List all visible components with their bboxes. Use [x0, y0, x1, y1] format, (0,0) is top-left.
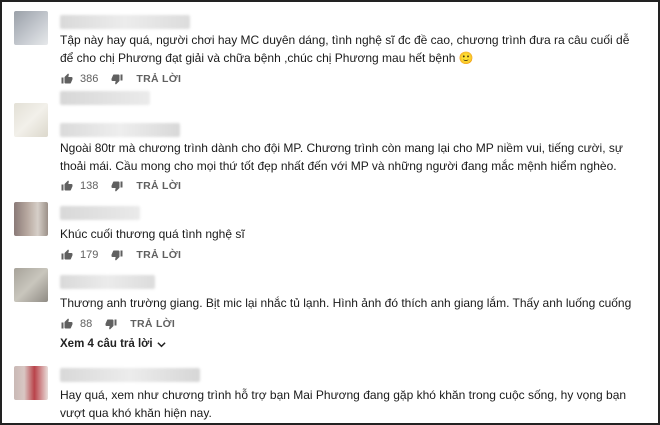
avatar[interactable]: [14, 202, 48, 236]
reply-button[interactable]: TRẢ LỜI: [136, 180, 181, 192]
thumbs-up-icon[interactable]: [60, 317, 74, 331]
thumbs-up-icon[interactable]: [60, 72, 74, 86]
comments-panel: Tập này hay quá, người chơi hay MC duyên…: [0, 0, 660, 425]
like-count: 138: [80, 180, 99, 192]
thumbs-down-icon[interactable]: [104, 317, 118, 331]
comment-actions: 88 TRẢ LỜI: [60, 316, 175, 332]
comment-actions: 179 TRẢ LỜI: [60, 247, 181, 263]
like-count: 386: [80, 73, 99, 85]
thumbs-up-icon[interactable]: [60, 248, 74, 262]
avatar[interactable]: [14, 366, 48, 400]
author-name[interactable]: [60, 206, 140, 220]
comment-text: Hay quá, xem như chương trình hỗ trợ bạn…: [60, 388, 627, 420]
comment-text: Thương anh trường giang. Bịt mic lại nhắ…: [60, 296, 632, 310]
author-name[interactable]: [60, 123, 180, 137]
thumbs-down-icon[interactable]: [110, 72, 124, 86]
reply-button[interactable]: TRẢ LỜI: [130, 318, 175, 330]
view-replies-button[interactable]: Xem 4 câu trả lời: [60, 338, 166, 350]
thumbs-down-icon[interactable]: [110, 248, 124, 262]
author-name[interactable]: [60, 275, 155, 289]
like-count: 179: [80, 249, 99, 261]
comment-actions: 138 TRẢ LỜI: [60, 178, 181, 194]
comment-text: Ngoài 80tr mà chương trình dành cho đội …: [60, 141, 623, 173]
reply-button[interactable]: TRẢ LỜI: [136, 73, 181, 85]
comment-text: Khúc cuối thương quá tình nghệ sĩ: [60, 227, 245, 241]
author-name[interactable]: [60, 368, 200, 382]
avatar[interactable]: [14, 11, 48, 45]
comment-text: Tập này hay quá, người chơi hay MC duyên…: [60, 33, 630, 65]
view-replies-label: Xem 4 câu trả lời: [60, 338, 153, 350]
reply-button[interactable]: TRẢ LỜI: [136, 249, 181, 261]
thumbs-down-icon[interactable]: [110, 179, 124, 193]
chevron-down-icon: [156, 341, 166, 347]
avatar[interactable]: [14, 268, 48, 302]
like-count: 88: [80, 318, 93, 330]
thumbs-up-icon[interactable]: [60, 179, 74, 193]
author-name[interactable]: [60, 91, 150, 105]
comment-actions: 386 TRẢ LỜI: [60, 71, 181, 87]
avatar[interactable]: [14, 103, 48, 137]
author-name[interactable]: [60, 15, 190, 29]
